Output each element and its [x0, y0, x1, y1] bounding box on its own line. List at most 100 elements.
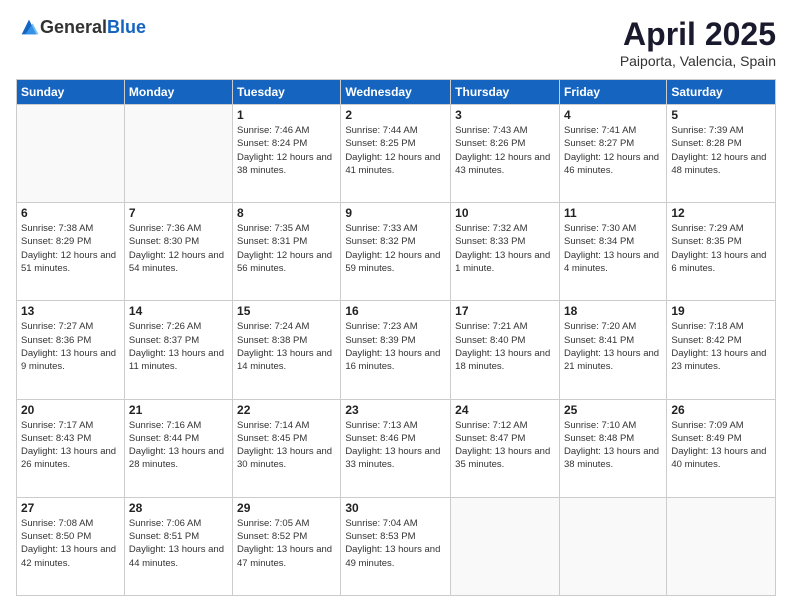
day-info: Sunrise: 7:33 AMSunset: 8:32 PMDaylight:…	[345, 222, 446, 275]
calendar-cell: 9 Sunrise: 7:33 AMSunset: 8:32 PMDaylight…	[341, 203, 451, 301]
day-info: Sunrise: 7:44 AMSunset: 8:25 PMDaylight:…	[345, 124, 446, 177]
day-number: 6	[21, 206, 120, 220]
calendar-cell: 5Sunrise: 7:39 AMSunset: 8:28 PMDaylight…	[667, 105, 776, 203]
day-info: Sunrise: 7:24 AMSunset: 8:38 PMDaylight:…	[237, 320, 336, 373]
day-info: Sunrise: 7:20 AMSunset: 8:41 PMDaylight:…	[564, 320, 662, 373]
day-number: 19	[671, 304, 771, 318]
day-info: Sunrise: 7:10 AMSunset: 8:48 PMDaylight:…	[564, 419, 662, 472]
calendar-cell: 18 Sunrise: 7:20 AMSunset: 8:41 PMDayligh…	[559, 301, 666, 399]
day-number: 15	[237, 304, 336, 318]
day-info: Sunrise: 7:43 AMSunset: 8:26 PMDaylight:…	[455, 124, 555, 177]
day-info: Sunrise: 7:18 AMSunset: 8:42 PMDaylight:…	[671, 320, 771, 373]
day-number: 30	[345, 501, 446, 515]
day-info: Sunrise: 7:41 AMSunset: 8:27 PMDaylight:…	[564, 124, 662, 177]
calendar-cell: 4 Sunrise: 7:41 AMSunset: 8:27 PMDaylight…	[559, 105, 666, 203]
day-number: 29	[237, 501, 336, 515]
page: GeneralBlue April 2025 Paiporta, Valenci…	[0, 0, 792, 612]
calendar-title: April 2025	[620, 16, 776, 53]
day-number: 10	[455, 206, 555, 220]
day-info: Sunrise: 7:27 AMSunset: 8:36 PMDaylight:…	[21, 320, 120, 373]
logo-blue: Blue	[107, 17, 146, 37]
calendar-week-5: 27Sunrise: 7:08 AMSunset: 8:50 PMDayligh…	[17, 497, 776, 595]
day-info: Sunrise: 7:30 AMSunset: 8:34 PMDaylight:…	[564, 222, 662, 275]
calendar-cell: 10 Sunrise: 7:32 AMSunset: 8:33 PMDayligh…	[451, 203, 560, 301]
day-info: Sunrise: 7:38 AMSunset: 8:29 PMDaylight:…	[21, 222, 120, 275]
col-friday: Friday	[559, 80, 666, 105]
calendar-week-3: 13 Sunrise: 7:27 AMSunset: 8:36 PMDayligh…	[17, 301, 776, 399]
calendar-location: Paiporta, Valencia, Spain	[620, 53, 776, 69]
day-number: 21	[129, 403, 228, 417]
day-number: 13	[21, 304, 120, 318]
day-info: Sunrise: 7:14 AMSunset: 8:45 PMDaylight:…	[237, 419, 336, 472]
day-number: 17	[455, 304, 555, 318]
day-info: Sunrise: 7:12 AMSunset: 8:47 PMDaylight:…	[455, 419, 555, 472]
calendar-cell: 12 Sunrise: 7:29 AMSunset: 8:35 PMDayligh…	[667, 203, 776, 301]
day-number: 1	[237, 108, 336, 122]
day-number: 4	[564, 108, 662, 122]
col-sunday: Sunday	[17, 80, 125, 105]
logo: GeneralBlue	[16, 16, 146, 38]
calendar-cell: 19 Sunrise: 7:18 AMSunset: 8:42 PMDayligh…	[667, 301, 776, 399]
calendar-cell: 20Sunrise: 7:17 AMSunset: 8:43 PMDayligh…	[17, 399, 125, 497]
day-info: Sunrise: 7:46 AMSunset: 8:24 PMDaylight:…	[237, 124, 336, 177]
calendar-cell	[451, 497, 560, 595]
day-info: Sunrise: 7:26 AMSunset: 8:37 PMDaylight:…	[129, 320, 228, 373]
calendar-cell: 7 Sunrise: 7:36 AMSunset: 8:30 PMDaylight…	[124, 203, 232, 301]
calendar-table: Sunday Monday Tuesday Wednesday Thursday…	[16, 79, 776, 596]
logo-icon	[18, 16, 40, 38]
day-info: Sunrise: 7:32 AMSunset: 8:33 PMDaylight:…	[455, 222, 555, 275]
calendar-cell: 3 Sunrise: 7:43 AMSunset: 8:26 PMDaylight…	[451, 105, 560, 203]
day-number: 23	[345, 403, 446, 417]
day-info: Sunrise: 7:29 AMSunset: 8:35 PMDaylight:…	[671, 222, 771, 275]
day-info: Sunrise: 7:04 AMSunset: 8:53 PMDaylight:…	[345, 517, 446, 570]
day-info: Sunrise: 7:36 AMSunset: 8:30 PMDaylight:…	[129, 222, 228, 275]
col-tuesday: Tuesday	[233, 80, 341, 105]
calendar-cell: 13 Sunrise: 7:27 AMSunset: 8:36 PMDayligh…	[17, 301, 125, 399]
day-number: 5	[671, 108, 771, 122]
calendar-week-2: 6 Sunrise: 7:38 AMSunset: 8:29 PMDaylight…	[17, 203, 776, 301]
calendar-cell	[559, 497, 666, 595]
calendar-cell: 27Sunrise: 7:08 AMSunset: 8:50 PMDayligh…	[17, 497, 125, 595]
day-number: 3	[455, 108, 555, 122]
calendar-cell: 1 Sunrise: 7:46 AMSunset: 8:24 PMDaylight…	[233, 105, 341, 203]
day-info: Sunrise: 7:21 AMSunset: 8:40 PMDaylight:…	[455, 320, 555, 373]
calendar-cell: 26 Sunrise: 7:09 AMSunset: 8:49 PMDayligh…	[667, 399, 776, 497]
day-info: Sunrise: 7:08 AMSunset: 8:50 PMDaylight:…	[21, 517, 120, 570]
calendar-cell: 22 Sunrise: 7:14 AMSunset: 8:45 PMDayligh…	[233, 399, 341, 497]
day-number: 24	[455, 403, 555, 417]
calendar-week-4: 20Sunrise: 7:17 AMSunset: 8:43 PMDayligh…	[17, 399, 776, 497]
day-number: 9	[345, 206, 446, 220]
calendar-header-row: Sunday Monday Tuesday Wednesday Thursday…	[17, 80, 776, 105]
day-number: 12	[671, 206, 771, 220]
calendar-cell: 11 Sunrise: 7:30 AMSunset: 8:34 PMDayligh…	[559, 203, 666, 301]
day-number: 28	[129, 501, 228, 515]
day-number: 25	[564, 403, 662, 417]
day-info: Sunrise: 7:05 AMSunset: 8:52 PMDaylight:…	[237, 517, 336, 570]
day-info: Sunrise: 7:16 AMSunset: 8:44 PMDaylight:…	[129, 419, 228, 472]
calendar-cell: 17 Sunrise: 7:21 AMSunset: 8:40 PMDayligh…	[451, 301, 560, 399]
calendar-cell: 30 Sunrise: 7:04 AMSunset: 8:53 PMDayligh…	[341, 497, 451, 595]
calendar-cell: 24 Sunrise: 7:12 AMSunset: 8:47 PMDayligh…	[451, 399, 560, 497]
calendar-week-1: 1 Sunrise: 7:46 AMSunset: 8:24 PMDaylight…	[17, 105, 776, 203]
day-number: 22	[237, 403, 336, 417]
calendar-cell: 23 Sunrise: 7:13 AMSunset: 8:46 PMDayligh…	[341, 399, 451, 497]
day-number: 26	[671, 403, 771, 417]
day-info: Sunrise: 7:09 AMSunset: 8:49 PMDaylight:…	[671, 419, 771, 472]
day-info: Sunrise: 7:13 AMSunset: 8:46 PMDaylight:…	[345, 419, 446, 472]
col-monday: Monday	[124, 80, 232, 105]
calendar-cell: 28Sunrise: 7:06 AMSunset: 8:51 PMDayligh…	[124, 497, 232, 595]
calendar-cell	[17, 105, 125, 203]
col-thursday: Thursday	[451, 80, 560, 105]
title-block: April 2025 Paiporta, Valencia, Spain	[620, 16, 776, 69]
day-number: 8	[237, 206, 336, 220]
day-number: 11	[564, 206, 662, 220]
calendar-cell: 16Sunrise: 7:23 AMSunset: 8:39 PMDayligh…	[341, 301, 451, 399]
calendar-cell: 25 Sunrise: 7:10 AMSunset: 8:48 PMDayligh…	[559, 399, 666, 497]
calendar-cell: 8Sunrise: 7:35 AMSunset: 8:31 PMDaylight…	[233, 203, 341, 301]
calendar-cell: 14Sunrise: 7:26 AMSunset: 8:37 PMDayligh…	[124, 301, 232, 399]
logo-general: General	[40, 17, 107, 37]
col-wednesday: Wednesday	[341, 80, 451, 105]
day-number: 7	[129, 206, 228, 220]
day-number: 18	[564, 304, 662, 318]
day-number: 20	[21, 403, 120, 417]
